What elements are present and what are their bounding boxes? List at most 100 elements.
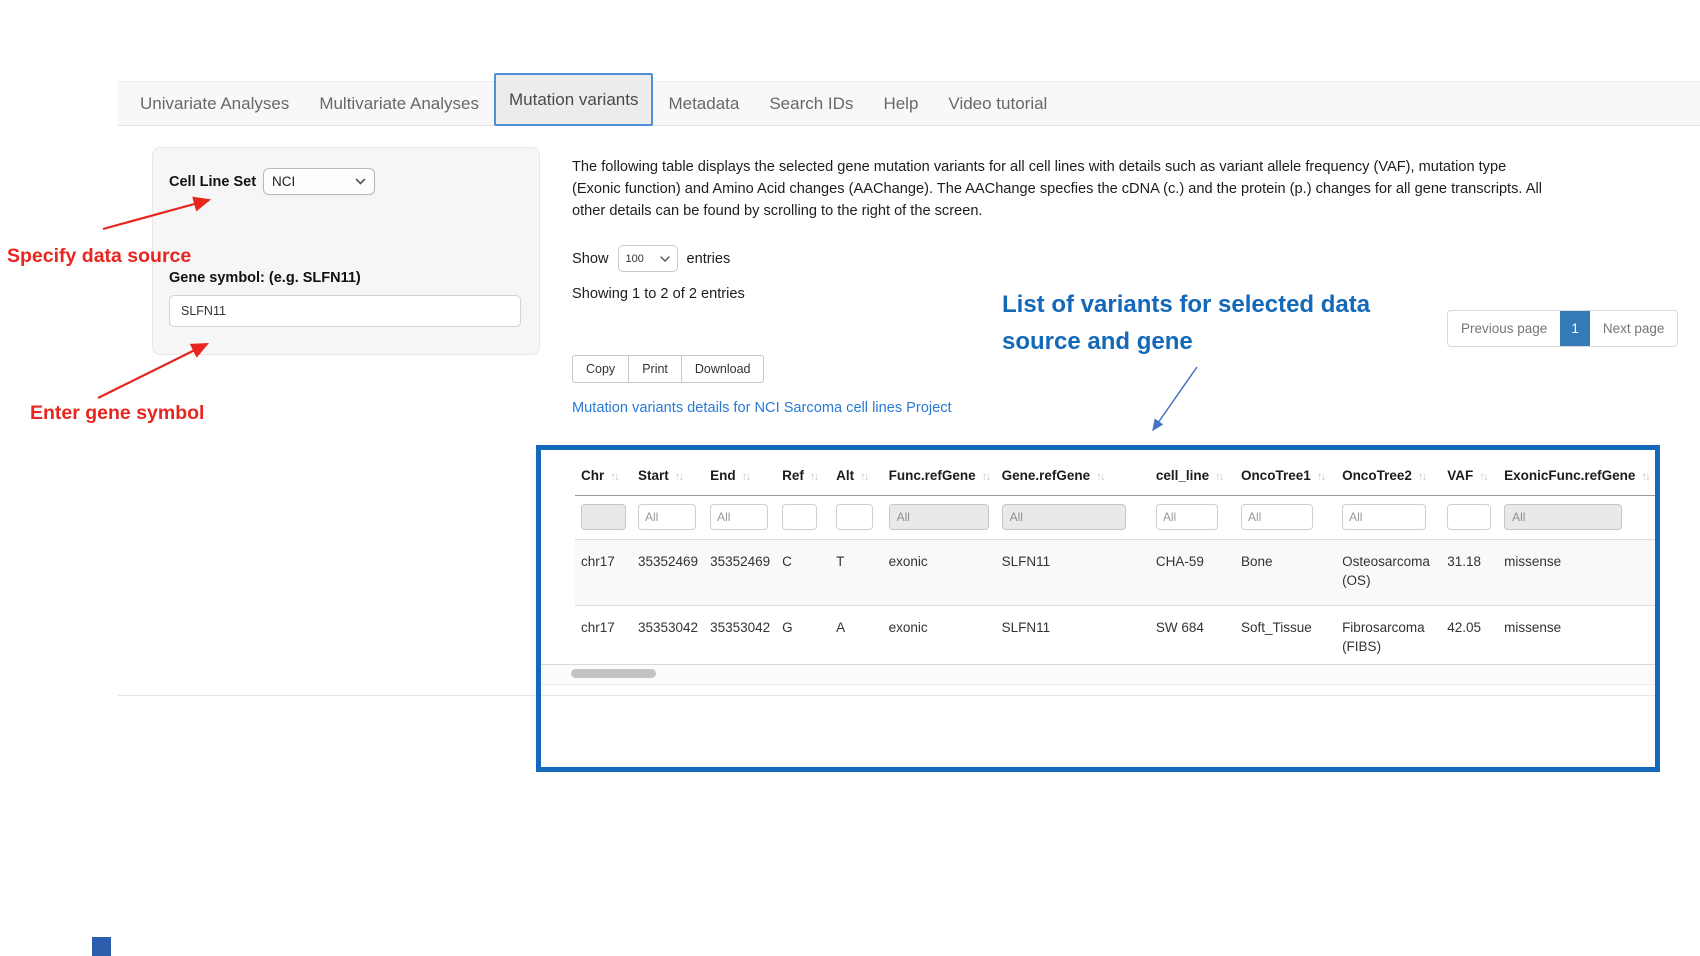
annotation-specify-data-source: Specify data source bbox=[7, 245, 191, 268]
tab-mutation-variants[interactable]: Mutation variants bbox=[494, 73, 653, 126]
tab-multivariate-analyses[interactable]: Multivariate Analyses bbox=[304, 81, 494, 126]
column-label: Start bbox=[638, 468, 669, 483]
copy-button[interactable]: Copy bbox=[572, 355, 629, 383]
table-row[interactable]: chr173535246935352469CTexonicSLFN11CHA-5… bbox=[575, 540, 1655, 606]
tab-help[interactable]: Help bbox=[868, 81, 933, 126]
column-header-start[interactable]: Start ↑↓ bbox=[632, 452, 704, 496]
page-length-select[interactable]: 100 bbox=[618, 245, 678, 272]
annotation-variants-heading: List of variants for selected data sourc… bbox=[1002, 286, 1370, 360]
cell-ref: C bbox=[776, 540, 830, 606]
column-header-oncotree1[interactable]: OncoTree1↑↓ bbox=[1235, 452, 1336, 496]
cell-oncotree2: Fibrosarcoma (FIBS) bbox=[1336, 606, 1441, 665]
entries-label: entries bbox=[687, 251, 731, 267]
show-label: Show bbox=[572, 251, 609, 267]
previous-page-button[interactable]: Previous page bbox=[1448, 311, 1560, 346]
sort-icon[interactable]: ↑↓ bbox=[742, 471, 750, 483]
filter-input-cell-line[interactable] bbox=[1156, 504, 1218, 530]
cell-line-set-value: NCI bbox=[272, 174, 295, 189]
sort-icon[interactable]: ↑↓ bbox=[675, 471, 683, 483]
column-header-cell-line[interactable]: cell_line ↑↓ bbox=[1150, 452, 1235, 496]
variants-table-card: Chr↑↓Start↑↓End↑↓Ref↑↓Alt↑↓Func.refGene↑… bbox=[536, 445, 1660, 772]
next-page-button[interactable]: Next page bbox=[1590, 311, 1678, 346]
download-button[interactable]: Download bbox=[682, 355, 765, 383]
filter-input-oncotree1[interactable] bbox=[1241, 504, 1313, 530]
tab-univariate-analyses[interactable]: Univariate Analyses bbox=[125, 81, 304, 126]
table-caption-link[interactable]: Mutation variants details for NCI Sarcom… bbox=[572, 400, 952, 416]
control-panel: Cell Line Set NCI Gene symbol: (e.g. SLF… bbox=[152, 147, 540, 355]
cell-alt: A bbox=[830, 606, 882, 665]
sort-icon[interactable]: ↑↓ bbox=[1641, 471, 1649, 483]
cell-cell-line: SW 684 bbox=[1150, 606, 1235, 665]
sort-icon[interactable]: ↑↓ bbox=[810, 471, 818, 483]
annotation-variants-line2: source and gene bbox=[1002, 323, 1370, 360]
column-label: cell_line bbox=[1156, 468, 1209, 483]
tab-metadata[interactable]: Metadata bbox=[653, 81, 754, 126]
filter-input-vaf[interactable] bbox=[1447, 504, 1491, 530]
cell-ref: G bbox=[776, 606, 830, 665]
table-filter-row: All All All bbox=[575, 496, 1655, 540]
column-header-alt[interactable]: Alt ↑↓ bbox=[830, 452, 882, 496]
top-navbar: Univariate AnalysesMultivariate Analyses… bbox=[118, 81, 1700, 126]
cell-gene-refgene: SLFN11 bbox=[996, 540, 1150, 606]
column-header-chr[interactable]: Chr↑↓ bbox=[575, 452, 632, 496]
cell-vaf: 31.18 bbox=[1441, 540, 1498, 606]
column-header-exonicfunc-refgene[interactable]: ExonicFunc.refGene ↑↓ bbox=[1498, 452, 1655, 496]
sort-icon[interactable]: ↑↓ bbox=[1418, 471, 1426, 483]
annotation-variants-line1: List of variants for selected data bbox=[1002, 286, 1370, 323]
filter-input-oncotree2[interactable] bbox=[1342, 504, 1426, 530]
tab-video-tutorial[interactable]: Video tutorial bbox=[933, 81, 1062, 126]
tab-search-ids[interactable]: Search IDs bbox=[754, 81, 868, 126]
sort-icon[interactable]: ↑↓ bbox=[1479, 471, 1487, 483]
horizontal-scrollbar-track[interactable] bbox=[541, 664, 1655, 685]
blue-arrow-to-table bbox=[1153, 367, 1197, 430]
sort-icon[interactable]: ↑↓ bbox=[1096, 471, 1104, 483]
column-label: ExonicFunc.refGene bbox=[1504, 468, 1635, 483]
column-header-end[interactable]: End ↑↓ bbox=[704, 452, 776, 496]
sort-icon[interactable]: ↑↓ bbox=[860, 471, 868, 483]
filter-input-alt[interactable] bbox=[836, 504, 873, 530]
filter-select-func-refgene[interactable]: All bbox=[889, 504, 989, 530]
filter-input-end[interactable] bbox=[710, 504, 768, 530]
column-label: End bbox=[710, 468, 736, 483]
column-label: OncoTree2 bbox=[1342, 468, 1412, 483]
variants-table: Chr↑↓Start↑↓End↑↓Ref↑↓Alt↑↓Func.refGene↑… bbox=[575, 452, 1655, 664]
filter-input-start[interactable] bbox=[638, 504, 696, 530]
cell-cell-line: CHA-59 bbox=[1150, 540, 1235, 606]
showing-entries-status: Showing 1 to 2 of 2 entries bbox=[572, 286, 745, 302]
sort-icon[interactable]: ↑↓ bbox=[1215, 471, 1223, 483]
chevron-down-icon bbox=[355, 178, 366, 185]
sort-icon[interactable]: ↑↓ bbox=[1317, 471, 1325, 483]
print-button[interactable]: Print bbox=[629, 355, 682, 383]
gene-symbol-label: Gene symbol: (e.g. SLFN11) bbox=[169, 270, 361, 286]
column-label: Ref bbox=[782, 468, 804, 483]
column-header-gene-refgene[interactable]: Gene.refGene↑↓ bbox=[996, 452, 1150, 496]
cell-vaf: 42.05 bbox=[1441, 606, 1498, 665]
cell-end: 35353042 bbox=[704, 606, 776, 665]
filter-input-ref[interactable] bbox=[782, 504, 817, 530]
cell-line-set-select[interactable]: NCI bbox=[263, 168, 375, 195]
sort-icon[interactable]: ↑↓ bbox=[610, 471, 618, 483]
column-header-func-refgene[interactable]: Func.refGene↑↓ bbox=[883, 452, 996, 496]
column-header-ref[interactable]: Ref ↑↓ bbox=[776, 452, 830, 496]
page-1-button[interactable]: 1 bbox=[1560, 311, 1590, 346]
annotation-enter-gene-symbol: Enter gene symbol bbox=[30, 402, 204, 425]
sort-icon[interactable]: ↑↓ bbox=[982, 471, 990, 483]
gene-symbol-input[interactable] bbox=[169, 295, 521, 327]
horizontal-scrollbar-thumb[interactable] bbox=[571, 669, 656, 678]
divider-line bbox=[541, 695, 1655, 696]
cell-oncotree1: Soft_Tissue bbox=[1235, 606, 1336, 665]
cell-alt: T bbox=[830, 540, 882, 606]
column-label: Alt bbox=[836, 468, 854, 483]
filter-select-gene-refgene[interactable]: All bbox=[1002, 504, 1126, 530]
table-row[interactable]: chr173535304235353042GAexonicSLFN11SW 68… bbox=[575, 606, 1655, 665]
filter-select-chr[interactable] bbox=[581, 504, 626, 530]
filter-select-exonicfunc-refgene[interactable]: All bbox=[1504, 504, 1622, 530]
export-button-group: CopyPrintDownload bbox=[572, 355, 764, 383]
table-description-text: The following table displays the selecte… bbox=[572, 156, 1547, 223]
column-header-vaf[interactable]: VAF↑↓ bbox=[1441, 452, 1498, 496]
cell-oncotree1: Bone bbox=[1235, 540, 1336, 606]
column-header-oncotree2[interactable]: OncoTree2 ↑↓ bbox=[1336, 452, 1441, 496]
cell-func-refgene: exonic bbox=[883, 540, 996, 606]
cell-chr: chr17 bbox=[575, 540, 632, 606]
page-length-value: 100 bbox=[626, 253, 644, 265]
